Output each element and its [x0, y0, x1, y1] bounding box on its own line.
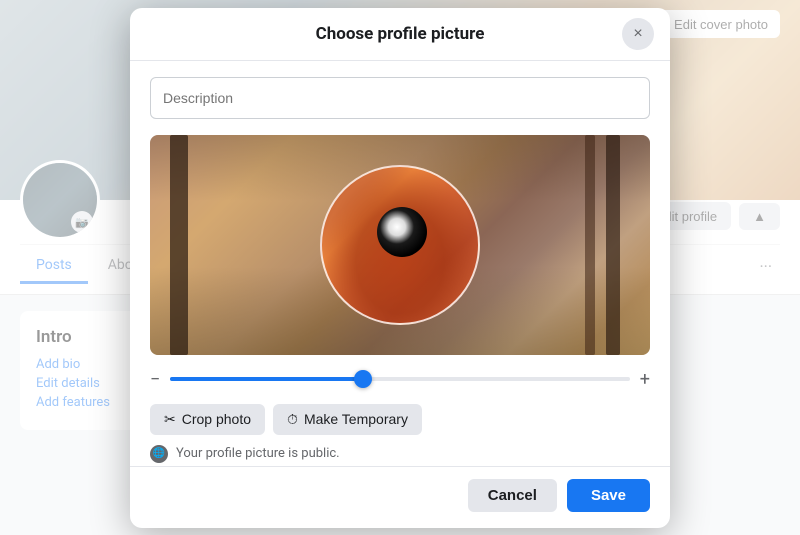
slider-fill — [170, 377, 363, 381]
tree-left — [170, 135, 188, 355]
modal-close-button[interactable]: × — [622, 18, 654, 50]
close-icon: × — [633, 25, 642, 43]
modal-footer: Cancel Save — [130, 466, 670, 528]
crop-photo-label: Crop photo — [182, 411, 251, 427]
zoom-in-button[interactable]: + — [640, 369, 650, 390]
monster-eye — [377, 207, 427, 257]
description-input[interactable] — [150, 77, 650, 119]
modal-header: Choose profile picture × — [130, 8, 670, 61]
crop-icon: ✂ — [164, 411, 176, 428]
action-row: ✂ Crop photo ⏱ Make Temporary — [150, 404, 650, 435]
make-temporary-button[interactable]: ⏱ Make Temporary — [273, 404, 422, 435]
public-notice: 🌐 Your profile picture is public. — [150, 445, 650, 463]
crop-photo-button[interactable]: ✂ Crop photo — [150, 404, 265, 435]
modal-body: − + ✂ Crop photo ⏱ Make Temporary — [130, 61, 670, 466]
public-notice-text: Your profile picture is public. — [176, 446, 340, 461]
save-button[interactable]: Save — [567, 479, 650, 512]
profile-picture-modal: Choose profile picture × — [130, 8, 670, 528]
public-icon: 🌐 — [150, 445, 168, 463]
tree-right2 — [585, 135, 595, 355]
make-temporary-label: Make Temporary — [304, 411, 408, 427]
zoom-slider-area: − + — [150, 369, 650, 390]
photo-preview-area — [150, 135, 650, 355]
slider-thumb[interactable] — [354, 370, 372, 388]
clock-icon: ⏱ — [287, 411, 298, 428]
modal-title: Choose profile picture — [316, 24, 485, 44]
tree-right — [606, 135, 620, 355]
zoom-slider-track[interactable] — [170, 377, 629, 381]
crop-circle[interactable] — [320, 165, 480, 325]
zoom-out-button[interactable]: − — [150, 369, 160, 390]
modal-overlay: Choose profile picture × — [0, 0, 800, 535]
cancel-button[interactable]: Cancel — [468, 479, 557, 512]
